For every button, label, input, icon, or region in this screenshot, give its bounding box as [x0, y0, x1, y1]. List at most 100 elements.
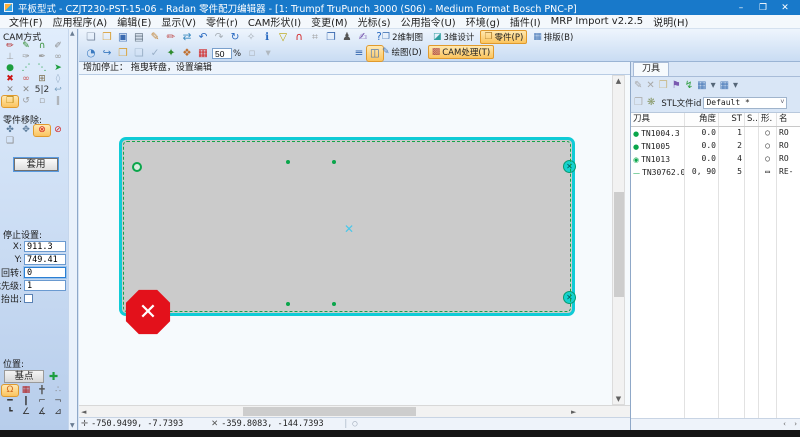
document-icon[interactable]: ❏: [131, 46, 147, 61]
punch-hole-bottom-right[interactable]: ✕: [563, 291, 576, 304]
vertical-line-icon[interactable]: ┃: [18, 396, 34, 407]
horizontal-line-icon[interactable]: ━: [2, 396, 18, 407]
scroll-up-icon[interactable]: ▲: [613, 77, 624, 85]
scatter-points-icon[interactable]: ∴: [50, 385, 66, 396]
part-remove-a-icon[interactable]: ✤: [2, 125, 18, 136]
table-view2-icon[interactable]: ▦: [720, 80, 729, 91]
polyline-chart-icon[interactable]: ↯: [685, 80, 693, 91]
pencil-icon[interactable]: ✎: [147, 30, 163, 45]
rotate-input[interactable]: [24, 267, 66, 278]
col-st[interactable]: ST: [719, 113, 745, 126]
no-entry-icon[interactable]: ⊘: [50, 125, 66, 136]
angle-measure-icon[interactable]: ∡: [34, 407, 50, 418]
menu-item[interactable]: 说明(H): [648, 14, 693, 29]
col-name[interactable]: 名: [777, 113, 800, 126]
tool-folder-icon[interactable]: ❒: [2, 96, 18, 107]
menu-item[interactable]: 环境(g): [461, 14, 505, 29]
angle-tool-icon[interactable]: ✑: [18, 52, 34, 63]
ring-icon[interactable]: ◔: [83, 46, 99, 61]
canvas-vertical-scrollbar[interactable]: ▲ ▼: [612, 75, 625, 405]
menu-item[interactable]: 编辑(E): [112, 14, 156, 29]
grid-points-icon[interactable]: ▦: [18, 385, 34, 396]
dropdown-a-icon[interactable]: ▾: [711, 80, 716, 91]
menu-item[interactable]: 公用指令(U): [396, 14, 461, 29]
window-icon[interactable]: ❐: [323, 30, 339, 45]
maximize-button[interactable]: ❐: [752, 3, 774, 13]
menu-item[interactable]: 应用程序(A): [48, 14, 113, 29]
tools-table-hscrollbar[interactable]: ‹ ›: [631, 418, 800, 430]
rotate-circle-icon[interactable]: ↺: [18, 96, 34, 107]
snap-magnet-icon[interactable]: Ω: [2, 385, 18, 396]
datum-cross-icon[interactable]: ✚: [49, 370, 58, 383]
vertical-scroll-thumb[interactable]: [614, 192, 624, 297]
btn-nesting[interactable]: ▦ 排版(B): [529, 30, 577, 44]
new-file-icon[interactable]: ❏: [83, 30, 99, 45]
scroll-right-icon[interactable]: ►: [571, 408, 576, 416]
part-remove-b-icon[interactable]: ✥: [18, 125, 34, 136]
scroll-right-icon[interactable]: ›: [794, 420, 797, 428]
punch-point[interactable]: [286, 160, 290, 164]
corner-hole-top-left[interactable]: [132, 162, 142, 172]
filter-icon[interactable]: ▽: [275, 30, 291, 45]
menu-item[interactable]: 光标(s): [353, 14, 396, 29]
points-line-icon[interactable]: ⋰: [18, 63, 34, 74]
punch-point[interactable]: [286, 302, 290, 306]
btn-drawing[interactable]: ✎ 绘图(D): [378, 45, 426, 59]
zoom-level-input[interactable]: [212, 48, 232, 59]
btn-3d-design[interactable]: ◪ 3维设计: [429, 30, 478, 44]
delete-punch-icon[interactable]: ✖: [2, 74, 18, 85]
delete-tool-icon[interactable]: ✕: [646, 80, 654, 91]
right-angle-icon[interactable]: ┗: [2, 407, 18, 418]
liftout-checkbox[interactable]: [24, 294, 33, 303]
punch-point[interactable]: [332, 302, 336, 306]
person-remove-icon[interactable]: ♟: [339, 30, 355, 45]
edit-tool-icon[interactable]: ✎: [634, 80, 642, 91]
chain-icon[interactable]: ∞: [50, 52, 66, 63]
import-folder-icon[interactable]: ❒: [115, 46, 131, 61]
menu-item[interactable]: 文件(F): [4, 14, 48, 29]
help-pointer-icon[interactable]: ✍: [355, 30, 371, 45]
turn-icon[interactable]: ↩: [50, 85, 66, 96]
menu-item[interactable]: 插件(I): [505, 14, 546, 29]
check-doc-icon[interactable]: ✓: [147, 46, 163, 61]
cross-b-icon[interactable]: ✕: [18, 85, 34, 96]
undo-icon[interactable]: ↶: [195, 30, 211, 45]
angle-triangle-icon[interactable]: ⊿: [50, 407, 66, 418]
table-row[interactable]: ◉TN1013 0.0 4 ○ RO: [631, 153, 800, 166]
pen-icon[interactable]: ✏: [163, 30, 179, 45]
col-shape[interactable]: 形.: [759, 113, 777, 126]
pick-tool-icon[interactable]: ➤: [50, 63, 66, 74]
punch-hole-top-right[interactable]: ✕: [563, 160, 576, 173]
grid-red-icon[interactable]: ▦: [195, 46, 211, 61]
cross-a-icon[interactable]: ✕: [2, 85, 18, 96]
palette-icon[interactable]: ❖: [179, 46, 195, 61]
move-part-icon[interactable]: ↪: [99, 46, 115, 61]
btn-cam[interactable]: ▩ CAM处理(T): [428, 45, 494, 59]
scroll-down-icon[interactable]: ▼: [70, 422, 75, 429]
stop-point-icon[interactable]: ⊗: [34, 125, 50, 136]
scroll-up-icon[interactable]: ▲: [70, 30, 75, 37]
menu-item[interactable]: 变更(M): [306, 14, 352, 29]
swap-icon[interactable]: ⇄: [179, 30, 195, 45]
punch-arc-icon[interactable]: ∩: [34, 41, 50, 52]
film-icon[interactable]: ⊞: [34, 74, 50, 85]
grid-cross-icon[interactable]: ╋: [34, 385, 50, 396]
print-icon[interactable]: ▤: [131, 30, 147, 45]
table-row[interactable]: ●TN1005 0.0 2 ○ RO: [631, 140, 800, 153]
btn-parts[interactable]: ❒ 零件(P): [480, 30, 527, 44]
glasses-icon[interactable]: ∞: [18, 74, 34, 85]
dashed-rect-icon[interactable]: ▫: [34, 96, 50, 107]
split-52-icon[interactable]: 5|2: [34, 85, 50, 96]
btn-2d-drafting[interactable]: ❐ 2维制图: [378, 30, 427, 44]
drop-icon[interactable]: ◊: [50, 74, 66, 85]
info-icon[interactable]: ℹ: [259, 30, 275, 45]
dropdown-b-icon[interactable]: ▾: [733, 80, 738, 91]
drawing-canvas[interactable]: ✕ ✕ ✕ ✕ ▲ ▼: [79, 75, 630, 405]
priority-input[interactable]: [24, 280, 66, 291]
dashed-window-icon[interactable]: ⌗: [307, 30, 323, 45]
menu-item[interactable]: 零件(r): [201, 14, 243, 29]
table-view-icon[interactable]: ▦: [697, 80, 706, 91]
punch-point[interactable]: [332, 160, 336, 164]
points-arc-icon[interactable]: ⋱: [34, 63, 50, 74]
copy-settings-icon[interactable]: ❑: [2, 136, 18, 147]
